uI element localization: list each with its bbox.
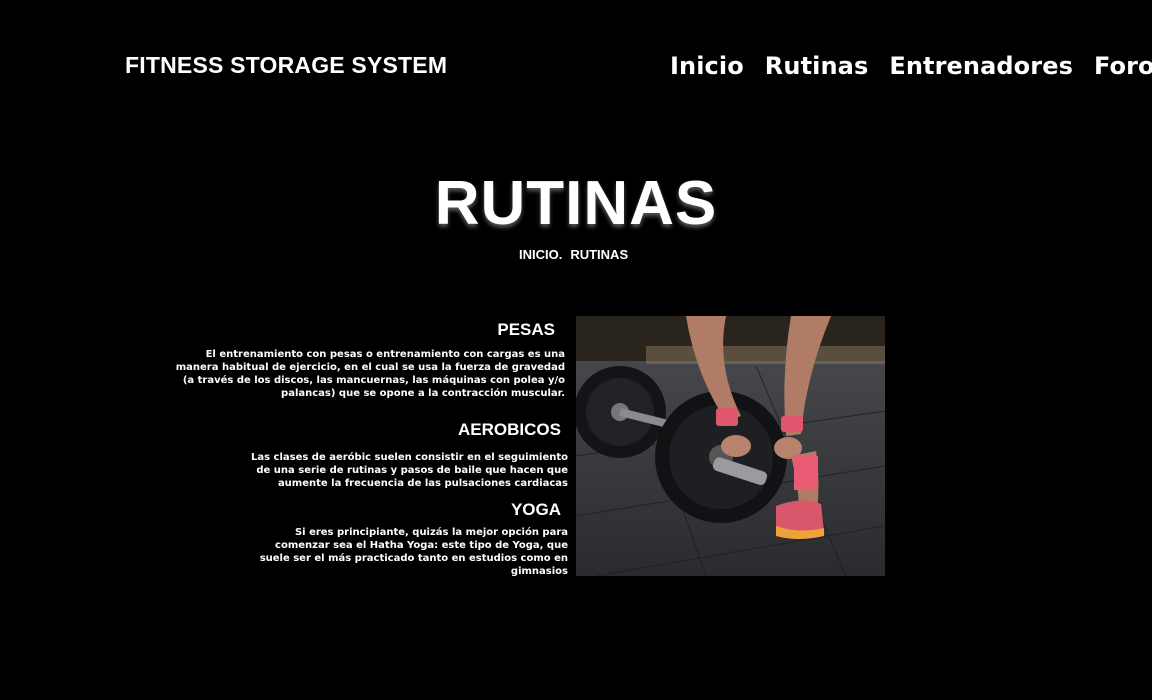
weightlifting-illustration [576,316,885,576]
nav-inicio[interactable]: Inicio [670,52,744,80]
section-yoga: YOGA Si eres principiante, quizás la mej… [248,500,568,578]
site-logo-text[interactable]: FITNESS STORAGE SYSTEM [125,52,447,79]
main-nav: Inicio Rutinas Entrenadores Foro [670,52,1152,80]
nav-rutinas[interactable]: Rutinas [765,52,869,80]
section-title-yoga: YOGA [510,500,561,519]
breadcrumb-current: RUTINAS [570,247,629,262]
section-text-yoga: Si eres principiante, quizás la mejor op… [259,527,568,577]
section-text-pesas: El entrenamiento con pesas o entrenamien… [175,349,565,399]
page-title: RUTINAS [434,169,718,238]
weightlifting-photo [576,316,885,576]
section-text-aerobicos: Las clases de aeróbic suelen consistir e… [250,452,568,489]
section-aerobicos: AEROBICOS Las clases de aeróbic suelen c… [250,420,568,490]
breadcrumb-home[interactable]: INICIO. [519,247,562,262]
breadcrumb: INICIO. RUTINAS [519,247,628,262]
section-title-pesas: PESAS [497,320,555,339]
nav-foro[interactable]: Foro [1094,52,1152,80]
section-title-aerobicos: AEROBICOS [458,420,561,439]
nav-entrenadores[interactable]: Entrenadores [889,52,1073,80]
section-pesas: PESAS El entrenamiento con pesas o entre… [175,320,565,400]
